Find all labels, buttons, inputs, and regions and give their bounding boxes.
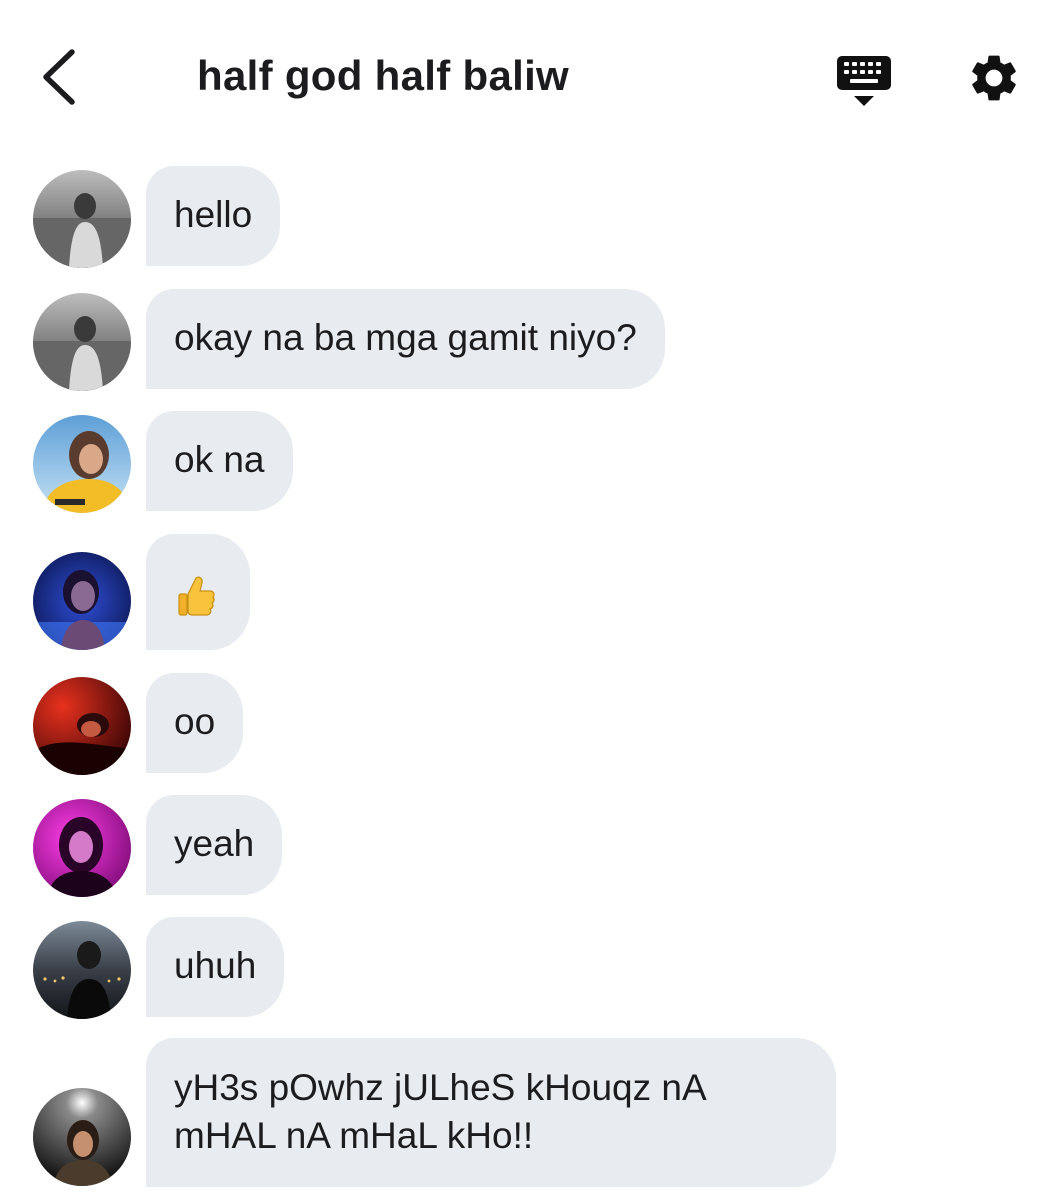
message-text: ok na <box>174 439 265 480</box>
user-avatar[interactable] <box>33 677 131 775</box>
message-text: hello <box>174 194 253 235</box>
message-list[interactable]: hello okay na ba mga gamit niyo? ok na o… <box>0 0 1059 1200</box>
user-avatar[interactable] <box>33 1088 131 1186</box>
user-avatar[interactable] <box>33 921 131 1019</box>
message-bubble[interactable]: yH3s pOwhz jULheS kHouqz nA mHAL nA mHaL… <box>146 1038 836 1187</box>
message-bubble[interactable] <box>146 534 250 650</box>
message-text: yeah <box>174 823 255 864</box>
message-text: oo <box>174 701 216 742</box>
message-bubble[interactable]: hello <box>146 166 281 266</box>
thumbs-up-emoji-icon <box>178 576 215 616</box>
message-bubble[interactable]: uhuh <box>146 917 285 1017</box>
user-avatar[interactable] <box>33 415 131 513</box>
message-text-line: yH3s pOwhz jULheS kHouqz nA <box>174 1067 707 1108</box>
message-text: okay na ba mga gamit niyo? <box>174 317 637 358</box>
user-avatar[interactable] <box>33 552 131 650</box>
message-bubble[interactable]: ok na <box>146 411 293 511</box>
user-avatar[interactable] <box>33 293 131 391</box>
message-bubble[interactable]: okay na ba mga gamit niyo? <box>146 289 665 389</box>
user-avatar[interactable] <box>33 799 131 897</box>
user-avatar[interactable] <box>33 170 131 268</box>
message-text-line: mHAL nA mHaL kHo!! <box>174 1115 534 1156</box>
message-bubble[interactable]: yeah <box>146 795 283 895</box>
message-text: uhuh <box>174 945 257 986</box>
message-bubble[interactable]: oo <box>146 673 244 773</box>
